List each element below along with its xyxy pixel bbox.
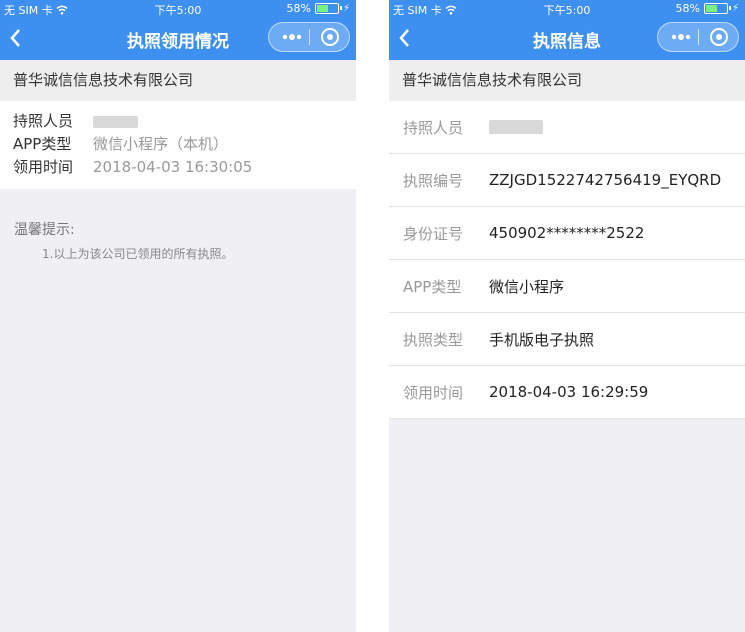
app-type-label: APP类型 bbox=[13, 135, 72, 153]
usage-time-label: 领用时间 bbox=[403, 383, 464, 402]
app-type-row: APP类型 微信小程序 bbox=[389, 260, 745, 313]
license-type-label: 执照类型 bbox=[403, 330, 464, 349]
battery-percent: 58% bbox=[675, 2, 700, 15]
close-target-icon[interactable] bbox=[704, 25, 734, 49]
app-type-value: 微信小程序 bbox=[489, 277, 565, 296]
holder-row: 持照人员 bbox=[389, 101, 745, 154]
app-type-row: APP类型 微信小程序（本机） bbox=[13, 134, 228, 154]
id-number-value: 450902********2522 bbox=[489, 224, 645, 242]
id-number-row: 身份证号 450902********2522 bbox=[389, 207, 745, 260]
license-number-value: ZZJGD1522742756419_EYQRD bbox=[489, 171, 722, 189]
battery-status: 58% ⚡ bbox=[287, 2, 350, 15]
holder-row: 持照人员 bbox=[13, 111, 138, 131]
license-number-label: 执照编号 bbox=[403, 171, 464, 190]
capsule-divider bbox=[309, 29, 310, 45]
holder-label: 持照人员 bbox=[13, 112, 74, 130]
blurred-holder-name bbox=[93, 115, 138, 128]
usage-time-row: 领用时间 2018-04-03 16:30:05 bbox=[13, 157, 252, 177]
tips-line: 1.以上为该公司已领用的所有执照。 bbox=[42, 247, 234, 261]
battery-icon bbox=[314, 3, 342, 14]
holder-label: 持照人员 bbox=[403, 118, 464, 137]
menu-capsule bbox=[268, 22, 350, 52]
usage-time-value: 2018-04-03 16:30:05 bbox=[93, 158, 253, 176]
capsule-divider bbox=[698, 29, 699, 45]
charging-bolt-icon: ⚡ bbox=[731, 3, 739, 14]
license-number-row: 执照编号 ZZJGD1522742756419_EYQRD bbox=[389, 154, 745, 207]
more-dots-icon[interactable] bbox=[664, 25, 698, 49]
usage-time-value: 2018-04-03 16:29:59 bbox=[489, 383, 649, 401]
navigation-bar: 执照信息 bbox=[389, 18, 745, 60]
battery-percent: 58% bbox=[286, 2, 311, 15]
tips-title: 温馨提示: bbox=[14, 222, 75, 238]
charging-bolt-icon: ⚡ bbox=[342, 3, 350, 14]
battery-status: 58% ⚡ bbox=[676, 2, 739, 15]
app-type-label: APP类型 bbox=[403, 277, 462, 296]
license-info-card[interactable]: 持照人员 APP类型 微信小程序（本机） 领用时间 2018-04-03 16:30… bbox=[0, 101, 356, 189]
usage-time-row: 领用时间 2018-04-03 16:29:59 bbox=[389, 366, 745, 419]
license-detail-list: 持照人员 执照编号 ZZJGD1522742756419_EYQRD 身份证号 … bbox=[389, 101, 745, 419]
blurred-holder-name bbox=[489, 120, 543, 134]
license-type-value: 手机版电子执照 bbox=[489, 330, 595, 349]
license-type-row: 执照类型 手机版电子执照 bbox=[389, 313, 745, 366]
status-bar: 无 SIM 卡 下午5:00 58% ⚡ bbox=[389, 0, 745, 18]
status-bar: 无 SIM 卡 下午5:00 58% ⚡ bbox=[0, 0, 356, 18]
app-type-value: 微信小程序（本机） bbox=[93, 135, 229, 153]
usage-time-label: 领用时间 bbox=[13, 158, 74, 176]
license-info-screen: 无 SIM 卡 下午5:00 58% ⚡ 执照信息 普华诚信信息技术有限公司 持… bbox=[389, 0, 745, 632]
license-usage-screen: 无 SIM 卡 下午5:00 58% ⚡ 执照领用情况 普华诚信信息技术有限公司… bbox=[0, 0, 356, 632]
company-name: 普华诚信信息技术有限公司 bbox=[389, 60, 745, 100]
company-name: 普华诚信信息技术有限公司 bbox=[0, 60, 356, 100]
menu-capsule bbox=[657, 22, 739, 52]
close-target-icon[interactable] bbox=[315, 25, 345, 49]
id-number-label: 身份证号 bbox=[403, 224, 464, 243]
navigation-bar: 执照领用情况 bbox=[0, 18, 356, 60]
more-dots-icon[interactable] bbox=[275, 25, 309, 49]
battery-icon bbox=[703, 3, 731, 14]
